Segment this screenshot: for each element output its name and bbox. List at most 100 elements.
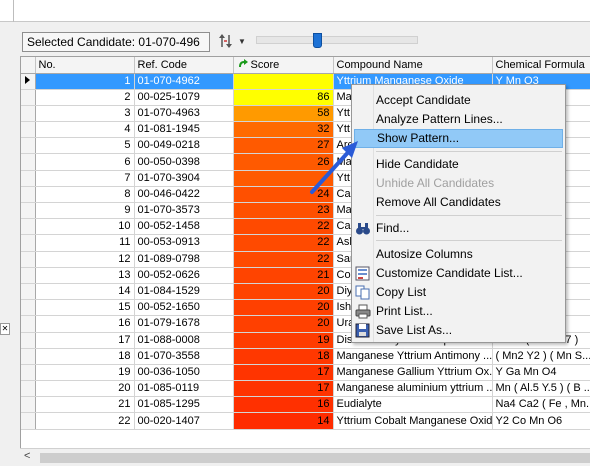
cell-ref-code[interactable]: 00-053-0913 <box>134 234 234 252</box>
cell-ref-code[interactable]: 01-070-3904 <box>134 170 234 187</box>
cell-no[interactable]: 3 <box>35 105 135 123</box>
cell-score[interactable]: 22 <box>233 234 334 252</box>
column-header-chemical-formula[interactable]: Chemical Formula <box>492 57 590 74</box>
cell-no[interactable]: 14 <box>35 283 135 301</box>
cell-ref-code[interactable]: 01-085-1295 <box>134 396 234 414</box>
cell-no[interactable]: 19 <box>35 364 135 382</box>
cell-compound-name[interactable]: Eudialyte <box>333 396 493 414</box>
cell-no[interactable]: 6 <box>35 153 135 171</box>
cell-ref-code[interactable]: 01-085-0119 <box>134 380 234 398</box>
cell-no[interactable]: 12 <box>35 251 135 268</box>
cell-no[interactable]: 18 <box>35 348 135 365</box>
table-row[interactable]: 21 01-085-1295 16 Eudialyte Na4 Ca2 ( Fe , M… <box>21 396 590 414</box>
column-header-no[interactable]: No. <box>35 57 135 74</box>
menu-item-autosize-columns[interactable]: Autosize Columns <box>354 245 563 264</box>
menu-item-save-list-as[interactable]: Save List As... <box>354 321 563 340</box>
column-header-score[interactable]: Score <box>233 57 334 74</box>
cell-ref-code[interactable]: 00-052-1458 <box>134 218 234 236</box>
cell-score[interactable]: 22 <box>233 218 334 236</box>
cell-score[interactable]: 22 <box>233 251 334 268</box>
menu-item-remove-all-candidates[interactable]: Remove All Candidates <box>354 193 563 212</box>
cell-no[interactable]: 7 <box>35 170 135 187</box>
scroll-left-icon[interactable]: < <box>24 450 30 462</box>
menu-item-print-list[interactable]: Print List... <box>354 302 563 321</box>
menu-item-show-pattern[interactable]: Show Pattern... <box>354 129 563 148</box>
cell-no[interactable]: 20 <box>35 380 135 398</box>
cell-ref-code[interactable]: 01-088-0008 <box>134 332 234 349</box>
cell-ref-code[interactable]: 00-049-0218 <box>134 137 234 155</box>
cell-ref-code[interactable]: 00-050-0398 <box>134 153 234 171</box>
cell-no[interactable]: 10 <box>35 218 135 236</box>
menu-item-customize-candidate-list[interactable]: Customize Candidate List... <box>354 264 563 283</box>
cell-score[interactable]: 20 <box>233 283 334 301</box>
cell-no[interactable]: 21 <box>35 396 135 414</box>
cell-compound-name[interactable]: Manganese Yttrium Antimony ... <box>333 348 493 365</box>
cell-ref-code[interactable]: 01-081-1945 <box>134 121 234 139</box>
cell-score[interactable]: 16 <box>233 396 334 414</box>
scrollbar-thumb[interactable] <box>40 453 590 463</box>
chevron-down-icon[interactable]: ▼ <box>238 37 246 46</box>
table-row[interactable]: 20 01-085-0119 17 Manganese aluminium yttri… <box>21 380 590 398</box>
menu-item-find[interactable]: Find... <box>354 219 563 238</box>
cell-ref-code[interactable]: 01-070-3573 <box>134 202 234 220</box>
table-row[interactable]: 18 01-070-3558 18 Manganese Yttrium Antimon… <box>21 348 590 365</box>
cell-no[interactable]: 8 <box>35 186 135 204</box>
cell-ref-code[interactable]: 00-046-0422 <box>134 186 234 204</box>
cell-ref-code[interactable]: 00-036-1050 <box>134 364 234 382</box>
cell-ref-code[interactable]: 01-079-1678 <box>134 315 234 333</box>
cell-no[interactable]: 11 <box>35 234 135 252</box>
cell-ref-code[interactable]: 01-084-1529 <box>134 283 234 301</box>
cell-score[interactable]: 17 <box>233 380 334 398</box>
cell-score[interactable]: 14 <box>233 412 334 430</box>
cell-no[interactable]: 22 <box>35 412 135 430</box>
cell-chemical-formula[interactable]: Y Ga Mn O4 <box>492 364 590 382</box>
cell-score[interactable]: 18 <box>233 348 334 365</box>
table-row[interactable]: 22 00-020-1407 14 Yttrium Cobalt Manganese … <box>21 412 590 430</box>
table-row[interactable]: 19 00-036-1050 17 Manganese Gallium Yttrium… <box>21 364 590 382</box>
cell-chemical-formula[interactable]: ( Mn2 Y2 ) ( Mn S... <box>492 348 590 365</box>
horizontal-scrollbar[interactable]: < <box>20 448 590 466</box>
score-slider-track[interactable] <box>256 36 418 44</box>
cell-compound-name[interactable]: Manganese Gallium Yttrium Ox... <box>333 364 493 382</box>
cell-chemical-formula[interactable]: Na4 Ca2 ( Fe , Mn... <box>492 396 590 414</box>
cell-chemical-formula[interactable]: Mn ( Al.5 Y.5 ) ( B ... <box>492 380 590 398</box>
menu-item-accept-candidate[interactable]: Accept Candidate <box>354 91 563 110</box>
cell-score[interactable]: 23 <box>233 202 334 220</box>
cell-no[interactable]: 5 <box>35 137 135 155</box>
sort-options-icon[interactable] <box>218 33 234 49</box>
cell-ref-code[interactable]: 01-089-0798 <box>134 251 234 268</box>
cell-chemical-formula[interactable]: Y2 Co Mn O6 <box>492 412 590 430</box>
selected-candidate-field[interactable]: Selected Candidate: 01-070-496 <box>22 32 210 52</box>
cell-score[interactable]: 58 <box>233 105 334 123</box>
cell-score[interactable] <box>233 73 334 90</box>
cell-ref-code[interactable]: 00-020-1407 <box>134 412 234 430</box>
cell-score[interactable]: 20 <box>233 315 334 333</box>
cell-score[interactable]: 17 <box>233 364 334 382</box>
column-header-ref-code[interactable]: Ref. Code <box>134 57 234 74</box>
cell-compound-name[interactable]: Yttrium Cobalt Manganese Oxide <box>333 412 493 430</box>
cell-score[interactable]: 20 <box>233 299 334 317</box>
cell-no[interactable]: 15 <box>35 299 135 317</box>
cell-no[interactable]: 4 <box>35 121 135 139</box>
cell-ref-code[interactable]: 01-070-4963 <box>134 105 234 123</box>
cell-ref-code[interactable]: 00-052-0626 <box>134 267 234 284</box>
menu-item-copy-list[interactable]: Copy List <box>354 283 563 302</box>
cell-score[interactable]: 86 <box>233 89 334 106</box>
menu-item-hide-candidate[interactable]: Hide Candidate <box>354 155 563 174</box>
column-header-compound-name[interactable]: Compound Name <box>333 57 493 74</box>
menu-item-analyze-pattern-lines[interactable]: Analyze Pattern Lines... <box>354 110 563 129</box>
cell-ref-code[interactable]: 01-070-3558 <box>134 348 234 365</box>
cell-ref-code[interactable]: 01-070-4962 <box>134 73 234 90</box>
cell-no[interactable]: 1 <box>35 73 135 90</box>
close-icon[interactable]: ✕ <box>0 323 10 335</box>
cell-score[interactable]: 19 <box>233 332 334 349</box>
cell-compound-name[interactable]: Manganese aluminium yttrium ... <box>333 380 493 398</box>
cell-no[interactable]: 9 <box>35 202 135 220</box>
cell-no[interactable]: 16 <box>35 315 135 333</box>
cell-no[interactable]: 17 <box>35 332 135 349</box>
score-slider-thumb[interactable] <box>313 33 322 48</box>
cell-score[interactable]: 21 <box>233 267 334 284</box>
cell-ref-code[interactable]: 00-052-1650 <box>134 299 234 317</box>
cell-no[interactable]: 2 <box>35 89 135 106</box>
cell-no[interactable]: 13 <box>35 267 135 284</box>
